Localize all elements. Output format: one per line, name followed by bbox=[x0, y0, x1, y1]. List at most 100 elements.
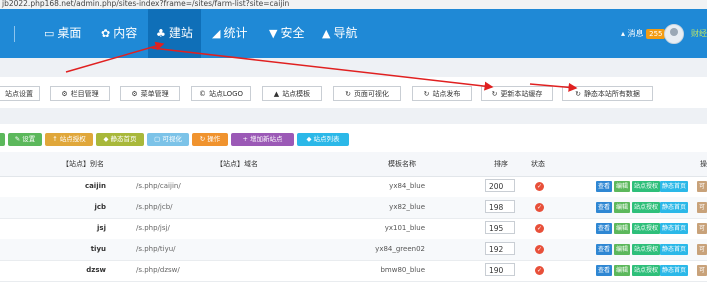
table-row: jcb/s.php/jcb/yx82_blue 198 ✓ 查看 编辑 站点授权 静态首页可 bbox=[0, 197, 707, 219]
table-row: tiyu/s.php/tiyu/yx84_green02 192 ✓ 查看 编辑 站点授权… bbox=[0, 239, 707, 261]
sort-input[interactable]: 192 bbox=[485, 242, 515, 255]
site-template-button[interactable]: ▲ 站点模板 bbox=[262, 86, 322, 101]
site-alias: tiyu bbox=[90, 245, 106, 253]
static-all-data-label: 静态本站所有数据 bbox=[583, 90, 640, 98]
refresh-icon: ↻ bbox=[423, 90, 430, 98]
row-op-button[interactable]: 查看 bbox=[596, 265, 613, 276]
status-check-icon[interactable]: ✓ bbox=[535, 182, 544, 191]
site-domain[interactable]: /s.php/dzsw/ bbox=[136, 260, 180, 281]
site-publish-button[interactable]: ↻ 站点发布 bbox=[412, 86, 472, 101]
action-static-home-button[interactable]: ◆ 静态首页 bbox=[96, 133, 144, 146]
status-check-icon[interactable]: ✓ bbox=[535, 245, 544, 254]
update-cache-button[interactable]: ↻ 更新本站缓存 bbox=[481, 86, 553, 101]
nav-label-guide: 导航 bbox=[333, 26, 358, 40]
site-domain[interactable]: /s.php/tiyu/ bbox=[136, 239, 176, 260]
row-op-button[interactable]: 可 bbox=[697, 223, 707, 234]
add-site-button[interactable]: + 增加新站点 bbox=[231, 133, 294, 146]
row-op-button[interactable]: 查看 bbox=[596, 202, 613, 213]
sort-input[interactable]: 195 bbox=[485, 221, 515, 234]
plus-icon: + bbox=[242, 135, 248, 143]
status-check-icon[interactable]: ✓ bbox=[535, 203, 544, 212]
site-alias: dzsw bbox=[86, 266, 106, 274]
stats-icon: ◢ bbox=[212, 27, 221, 40]
header-status: 状态 bbox=[531, 160, 545, 168]
template-name: yx84_green02 bbox=[375, 245, 425, 253]
row-op-button[interactable]: 静态首页 bbox=[660, 265, 689, 276]
site-settings-button[interactable]: 站点设置 bbox=[0, 86, 40, 101]
site-domain[interactable]: /s.php/jsj/ bbox=[136, 218, 170, 239]
row-op-button[interactable]: 查看 bbox=[596, 244, 613, 255]
gear-icon: ⚙ bbox=[131, 90, 138, 98]
table-header: 【站点】别名 【站点】域名 模板名称 排序 状态 操 bbox=[0, 152, 707, 177]
site-logo-label: 站点LOGO bbox=[208, 90, 244, 98]
nav-item-content[interactable]: ✿ 内容 bbox=[101, 9, 137, 58]
static-all-data-button[interactable]: ↻ 静态本站所有数据 bbox=[562, 86, 653, 101]
row-op-button[interactable]: 查看 bbox=[596, 223, 613, 234]
table-row: caijin/s.php/caijin/yx84_blue 200 ✓ 查看 编辑 站点授… bbox=[0, 176, 707, 198]
row-op-button[interactable]: 站点授权 bbox=[632, 202, 661, 213]
nav-item-security[interactable]: ▼ 安全 bbox=[269, 9, 304, 58]
status-check-icon[interactable]: ✓ bbox=[535, 266, 544, 275]
row-op-button[interactable]: 编辑 bbox=[614, 265, 631, 276]
status-check-icon[interactable]: ✓ bbox=[535, 224, 544, 233]
action-visual-label: 可视化 bbox=[162, 135, 182, 143]
refresh-icon: ↻ bbox=[575, 90, 581, 98]
nav-divider bbox=[14, 26, 15, 42]
content-icon: ✿ bbox=[101, 27, 111, 40]
row-op-button[interactable]: 可 bbox=[697, 265, 707, 276]
site-domain[interactable]: /s.php/jcb/ bbox=[136, 197, 173, 218]
row-op-button[interactable]: 编辑 bbox=[614, 202, 631, 213]
site-alias: caijin bbox=[84, 182, 106, 190]
nav-item-site[interactable]: ♣ 建站 bbox=[148, 9, 201, 58]
row-op-button[interactable]: 站点授权 bbox=[632, 244, 661, 255]
row-op-button[interactable]: 查看 bbox=[596, 181, 613, 192]
row-op-button[interactable]: 静态首页 bbox=[660, 244, 689, 255]
cube-icon: ◆ bbox=[306, 135, 312, 143]
row-op-button[interactable]: 可 bbox=[697, 181, 707, 192]
column-manage-button[interactable]: ⚙ 栏目管理 bbox=[50, 86, 110, 101]
row-op-button[interactable]: 站点授权 bbox=[632, 265, 661, 276]
nav-guide-icon: ▲ bbox=[322, 27, 331, 40]
site-logo-button[interactable]: © 站点LOGO bbox=[191, 86, 251, 101]
nav-item-stats[interactable]: ◢ 统计 bbox=[212, 9, 247, 58]
row-op-button[interactable]: 站点授权 bbox=[632, 223, 661, 234]
row-op-button[interactable]: 可 bbox=[697, 244, 707, 255]
refresh-icon: ↻ bbox=[491, 90, 498, 98]
nav-label-desktop: 桌面 bbox=[57, 26, 82, 40]
row-op-button[interactable]: 静态首页 bbox=[660, 202, 689, 213]
browser-url-text: jb2022.php168.net/admin.php/sites-index?… bbox=[2, 0, 290, 8]
messages-count-badge: 255 bbox=[646, 28, 666, 39]
page-visual-button[interactable]: ↻ 页面可视化 bbox=[333, 86, 401, 101]
row-op-button[interactable]: 编辑 bbox=[614, 244, 631, 255]
site-toolbar: 站点设置 ⚙ 栏目管理 ⚙ 菜单管理 © 站点LOGO ▲ 站点模板 ↻ 页面可视化 ↻ 站… bbox=[0, 77, 707, 108]
browser-url-bar[interactable]: jb2022.php168.net/admin.php/sites-index?… bbox=[0, 0, 707, 9]
user-name[interactable]: 财经 bbox=[691, 9, 707, 58]
sort-input[interactable]: 200 bbox=[485, 179, 515, 192]
messages-link[interactable]: ▴ 消息 255 bbox=[621, 9, 666, 58]
action-operate-button[interactable]: ↻ 操作 bbox=[192, 133, 228, 146]
sort-input[interactable]: 198 bbox=[485, 200, 515, 213]
template-name: yx84_blue bbox=[389, 182, 425, 190]
action-settings-button[interactable]: ✎ 设置 bbox=[8, 133, 42, 146]
row-op-button[interactable]: 可 bbox=[697, 202, 707, 213]
site-list-button[interactable]: ◆ 站点列表 bbox=[297, 133, 349, 146]
nav-item-desktop[interactable]: ▭ 桌面 bbox=[44, 9, 81, 58]
row-op-button[interactable]: 编辑 bbox=[614, 223, 631, 234]
row-op-button[interactable]: 站点授权 bbox=[632, 181, 661, 192]
partial-action-button[interactable] bbox=[0, 133, 5, 146]
action-visual-button[interactable]: ▢ 可视化 bbox=[147, 133, 189, 146]
row-op-button[interactable]: 静态首页 bbox=[660, 181, 689, 192]
refresh-icon: ↻ bbox=[345, 90, 351, 98]
site-domain[interactable]: /s.php/caijin/ bbox=[136, 176, 181, 197]
site-alias: jcb bbox=[94, 203, 106, 211]
menu-manage-button[interactable]: ⚙ 菜单管理 bbox=[120, 86, 180, 101]
edit-icon: ✎ bbox=[14, 135, 21, 143]
row-op-button[interactable]: 编辑 bbox=[614, 181, 631, 192]
avatar[interactable] bbox=[664, 24, 684, 44]
action-authorize-button[interactable]: ↑ 站点授权 bbox=[45, 133, 93, 146]
action-static-home-label: 静态首页 bbox=[110, 135, 137, 143]
sort-input[interactable]: 190 bbox=[485, 263, 515, 276]
row-op-button[interactable]: 静态首页 bbox=[660, 223, 689, 234]
nav-item-guide[interactable]: ▲ 导航 bbox=[322, 9, 357, 58]
template-name: yx82_blue bbox=[389, 203, 425, 211]
